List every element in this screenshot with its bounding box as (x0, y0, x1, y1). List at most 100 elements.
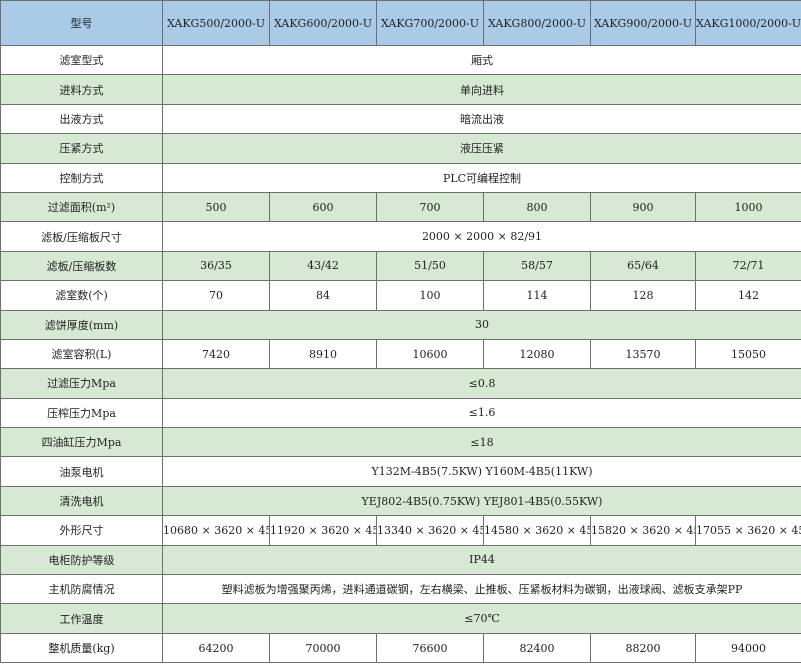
row-label-cell: 清洗电机 (0, 485, 163, 517)
model-header-cell: XAKG500/2000-U (162, 0, 270, 46)
row-label-cell: 滤室容积(L) (0, 338, 163, 370)
value-cell: 10600 (376, 338, 484, 370)
table-row: 压榨压力Mpa ≤1.6 (0, 397, 801, 429)
merged-value-cell: ≤70℃ (162, 603, 801, 634)
table-row: 电柜防护等级 IP44 (0, 544, 801, 576)
merged-value-cell: 30 (162, 309, 801, 340)
row-label-cell: 进料方式 (0, 74, 163, 105)
merged-value-cell: 单向进料 (162, 74, 801, 105)
value-cell: 100 (376, 280, 484, 311)
table-row: 四油缸压力Mpa ≤18 (0, 427, 801, 458)
value-cell: 15050 (695, 338, 801, 370)
table-row: 滤室型式 厢式 (0, 44, 801, 76)
merged-value-cell: 厢式 (162, 44, 801, 76)
value-cell: 13340 × 3620 × 4540 (376, 515, 484, 546)
value-cell: 600 (269, 191, 377, 223)
value-cell: 70000 (269, 632, 377, 664)
row-label-cell: 滤板/压缩板数 (0, 250, 163, 282)
merged-value-cell: IP44 (162, 544, 801, 576)
value-cell: 13570 (590, 338, 696, 370)
model-header-cell: XAKG700/2000-U (376, 0, 484, 46)
table-row: 压紧方式 液压压紧 (0, 133, 801, 164)
row-label-cell: 滤室数(个) (0, 280, 163, 311)
row-label-cell: 滤板/压缩板尺寸 (0, 221, 163, 252)
row-label-cell: 出液方式 (0, 103, 163, 135)
row-label-cell: 外形尺寸 (0, 515, 163, 546)
spec-table: 型号 XAKG500/2000-U XAKG600/2000-U XAKG700… (0, 0, 801, 664)
row-label-cell: 四油缸压力Mpa (0, 427, 163, 458)
row-label-cell: 控制方式 (0, 162, 163, 193)
row-label-cell: 电柜防护等级 (0, 544, 163, 576)
value-cell: 76600 (376, 632, 484, 664)
header-row: 型号 XAKG500/2000-U XAKG600/2000-U XAKG700… (0, 0, 801, 46)
value-cell: 58/57 (483, 250, 591, 282)
value-cell: 36/35 (162, 250, 270, 282)
table-row: 出液方式 暗流出液 (0, 103, 801, 135)
model-header-cell: XAKG900/2000-U (590, 0, 696, 46)
row-label-cell: 工作温度 (0, 603, 163, 634)
value-cell: 64200 (162, 632, 270, 664)
table-row: 进料方式 单向进料 (0, 74, 801, 105)
value-cell: 900 (590, 191, 696, 223)
merged-value-cell: Y132M-4B5(7.5KW) Y160M-4B5(11KW) (162, 456, 801, 487)
value-cell: 8910 (269, 338, 377, 370)
value-cell: 500 (162, 191, 270, 223)
value-cell: 88200 (590, 632, 696, 664)
value-cell: 142 (695, 280, 801, 311)
value-cell: 17055 × 3620 × 4540 (695, 515, 801, 546)
row-label-cell: 压榨压力Mpa (0, 397, 163, 429)
value-cell: 1000 (695, 191, 801, 223)
table-row: 整机质量(kg) 64200 70000 76600 82400 88200 94000 (0, 632, 801, 664)
table-row: 过滤压力Mpa ≤0.8 (0, 368, 801, 399)
value-cell: 128 (590, 280, 696, 311)
merged-value-cell: PLC可编程控制 (162, 162, 801, 193)
row-label-cell: 过滤压力Mpa (0, 368, 163, 399)
value-cell: 10680 × 3620 × 4540 (162, 515, 270, 546)
value-cell: 70 (162, 280, 270, 311)
value-cell: 94000 (695, 632, 801, 664)
value-cell: 43/42 (269, 250, 377, 282)
table-row: 工作温度 ≤70℃ (0, 603, 801, 634)
merged-value-cell: 2000 × 2000 × 82/91 (162, 221, 801, 252)
value-cell: 11920 × 3620 × 4540 (269, 515, 377, 546)
table-row: 过滤面积(m²) 500 600 700 800 900 1000 (0, 191, 801, 223)
table-row: 油泵电机 Y132M-4B5(7.5KW) Y160M-4B5(11KW) (0, 456, 801, 487)
merged-value-cell: 暗流出液 (162, 103, 801, 135)
header-label-cell: 型号 (0, 0, 163, 46)
table-row: 滤室数(个) 70 84 100 114 128 142 (0, 280, 801, 311)
table-row: 清洗电机 YEJ802-4B5(0.75KW) YEJ801-4B5(0.55KW… (0, 485, 801, 517)
value-cell: 14580 × 3620 × 4540 (483, 515, 591, 546)
value-cell: 800 (483, 191, 591, 223)
value-cell: 72/71 (695, 250, 801, 282)
merged-value-cell: ≤1.6 (162, 397, 801, 429)
row-label-cell: 整机质量(kg) (0, 632, 163, 664)
table-row: 滤室容积(L) 7420 8910 10600 12080 13570 15050 (0, 338, 801, 370)
model-header-cell: XAKG800/2000-U (483, 0, 591, 46)
model-header-cell: XAKG600/2000-U (269, 0, 377, 46)
row-label-cell: 过滤面积(m²) (0, 191, 163, 223)
table-row: 外形尺寸10680 × 3620 × 454011920 × 3620 × 45… (0, 515, 801, 546)
merged-value-cell: ≤18 (162, 427, 801, 458)
table-row: 滤饼厚度(mm) 30 (0, 309, 801, 340)
value-cell: 7420 (162, 338, 270, 370)
table-row: 滤板/压缩板数 36/35 43/42 51/50 58/57 65/64 72/71 (0, 250, 801, 282)
row-label-cell: 滤饼厚度(mm) (0, 309, 163, 340)
value-cell: 65/64 (590, 250, 696, 282)
merged-value-cell: YEJ802-4B5(0.75KW) YEJ801-4B5(0.55KW) (162, 485, 801, 517)
row-label-cell: 滤室型式 (0, 44, 163, 76)
table-row: 控制方式 PLC可编程控制 (0, 162, 801, 193)
row-label-cell: 油泵电机 (0, 456, 163, 487)
value-cell: 12080 (483, 338, 591, 370)
model-header-cell: XAKG1000/2000-U (695, 0, 801, 46)
value-cell: 82400 (483, 632, 591, 664)
value-cell: 84 (269, 280, 377, 311)
merged-value-cell: 塑料滤板为增强聚丙烯，进料通道碳钢，左右横梁、止推板、压紧板材料为碳钢，出液球阀… (162, 574, 801, 605)
value-cell: 700 (376, 191, 484, 223)
value-cell: 114 (483, 280, 591, 311)
table-row: 主机防腐情况 塑料滤板为增强聚丙烯，进料通道碳钢，左右横梁、止推板、压紧板材料为碳… (0, 574, 801, 605)
table-row: 滤板/压缩板尺寸 2000 × 2000 × 82/91 (0, 221, 801, 252)
row-label-cell: 压紧方式 (0, 133, 163, 164)
merged-value-cell: ≤0.8 (162, 368, 801, 399)
merged-value-cell: 液压压紧 (162, 133, 801, 164)
row-label-cell: 主机防腐情况 (0, 574, 163, 605)
